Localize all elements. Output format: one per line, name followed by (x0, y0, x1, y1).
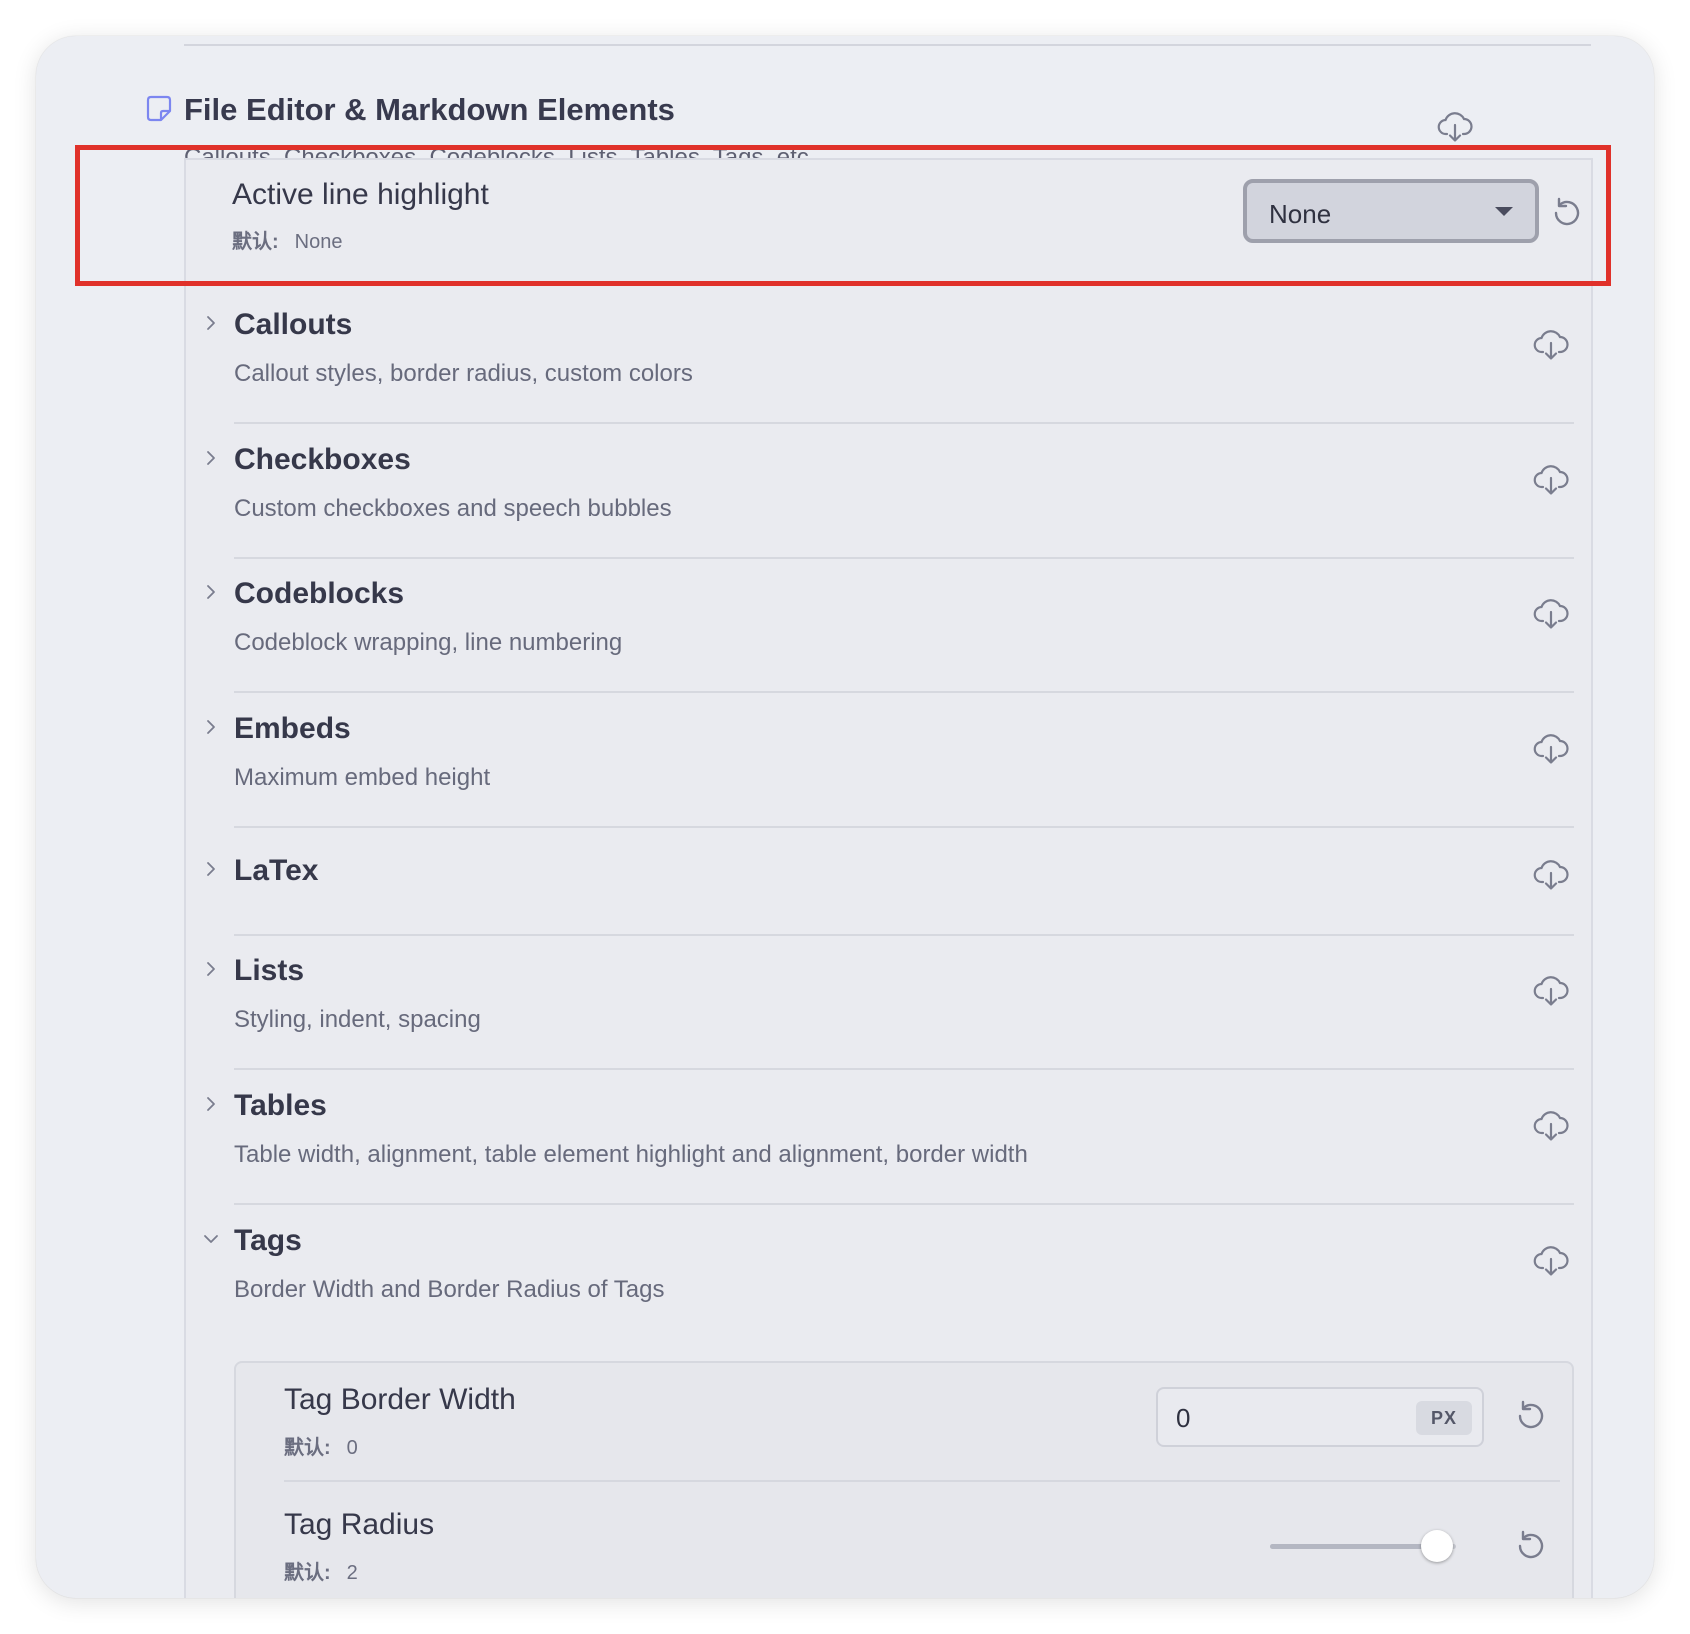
cloud-download-icon[interactable] (1532, 1242, 1570, 1280)
divider (234, 1068, 1574, 1070)
group-title: Checkboxes (234, 443, 411, 476)
unit-badge: PX (1416, 1401, 1472, 1435)
slider-fill (1270, 1544, 1438, 1549)
cloud-download-icon[interactable] (1532, 856, 1570, 894)
reset-icon[interactable] (1512, 1397, 1550, 1435)
default-label: 默认: (232, 231, 279, 253)
default-value: None (294, 231, 343, 253)
group-title: LaTex (234, 854, 319, 887)
setting-active-line-highlight: Active line highlight 默认: None None (186, 160, 1591, 288)
chevron-right-icon[interactable] (202, 1095, 220, 1113)
cloud-download-icon[interactable] (1532, 461, 1570, 499)
select-value: None (1269, 199, 1332, 229)
setting-default: 默认: None (232, 225, 342, 254)
chevron-right-icon[interactable] (202, 960, 220, 978)
divider (234, 1203, 1574, 1205)
default-value: 2 (346, 1562, 358, 1584)
tags-settings-panel: Tag Border Width 默认: 0 0 PX Tag Radius 默认… (234, 1361, 1574, 1598)
group-description: Maximum embed height (234, 764, 491, 791)
chevron-right-icon[interactable] (202, 718, 220, 736)
tag-border-width-input[interactable]: 0 PX (1156, 1387, 1484, 1447)
settings-window: File Editor & Markdown Elements Callouts… (36, 36, 1654, 1598)
default-value: 0 (346, 1437, 358, 1459)
cloud-download-icon[interactable] (1532, 730, 1570, 768)
divider (234, 934, 1574, 936)
input-value: 0 (1176, 1403, 1191, 1433)
settings-panel: Active line highlight 默认: None None Callo… (184, 158, 1593, 1598)
cloud-download-icon[interactable] (1436, 108, 1474, 146)
cloud-download-icon[interactable] (1532, 595, 1570, 633)
cloud-download-icon[interactable] (1532, 972, 1570, 1010)
chevron-right-icon[interactable] (202, 583, 220, 601)
divider (234, 422, 1574, 424)
chevron-right-icon[interactable] (202, 449, 220, 467)
group-description: Custom checkboxes and speech bubbles (234, 495, 672, 522)
group-title: Callouts (234, 308, 353, 341)
divider (234, 691, 1574, 693)
reset-icon[interactable] (1512, 1527, 1550, 1565)
setting-title: Active line highlight (232, 178, 489, 211)
caret-down-icon (1495, 207, 1513, 216)
top-divider (184, 44, 1591, 46)
chevron-down-icon[interactable] (202, 1230, 220, 1248)
default-label: 默认: (284, 1562, 331, 1584)
section-title: File Editor & Markdown Elements (184, 92, 675, 127)
tag-radius-slider[interactable] (1270, 1530, 1460, 1562)
group-title: Tables (234, 1089, 327, 1122)
group-description: Border Width and Border Radius of Tags (234, 1276, 665, 1303)
cloud-download-icon[interactable] (1532, 1107, 1570, 1145)
setting-title: Tag Border Width (284, 1383, 516, 1416)
slider-thumb[interactable] (1421, 1530, 1454, 1562)
divider (234, 557, 1574, 559)
note-icon (144, 94, 174, 124)
group-title: Embeds (234, 712, 351, 745)
setting-title: Tag Radius (284, 1508, 435, 1541)
group-description: Table width, alignment, table element hi… (234, 1141, 1028, 1168)
setting-default: 默认: 2 (284, 1556, 358, 1585)
group-title: Codeblocks (234, 577, 405, 610)
group-description: Callout styles, border radius, custom co… (234, 360, 693, 387)
chevron-right-icon[interactable] (202, 314, 220, 332)
divider (284, 1480, 1560, 1482)
group-description: Styling, indent, spacing (234, 1006, 481, 1033)
setting-default: 默认: 0 (284, 1431, 358, 1460)
group-title: Tags (234, 1224, 302, 1257)
group-title: Lists (234, 954, 305, 987)
divider (234, 826, 1574, 828)
active-line-highlight-select[interactable]: None (1243, 179, 1539, 243)
chevron-right-icon[interactable] (202, 860, 220, 878)
reset-icon[interactable] (1548, 194, 1586, 232)
cloud-download-icon[interactable] (1532, 326, 1570, 364)
group-description: Codeblock wrapping, line numbering (234, 629, 623, 656)
default-label: 默认: (284, 1437, 331, 1459)
